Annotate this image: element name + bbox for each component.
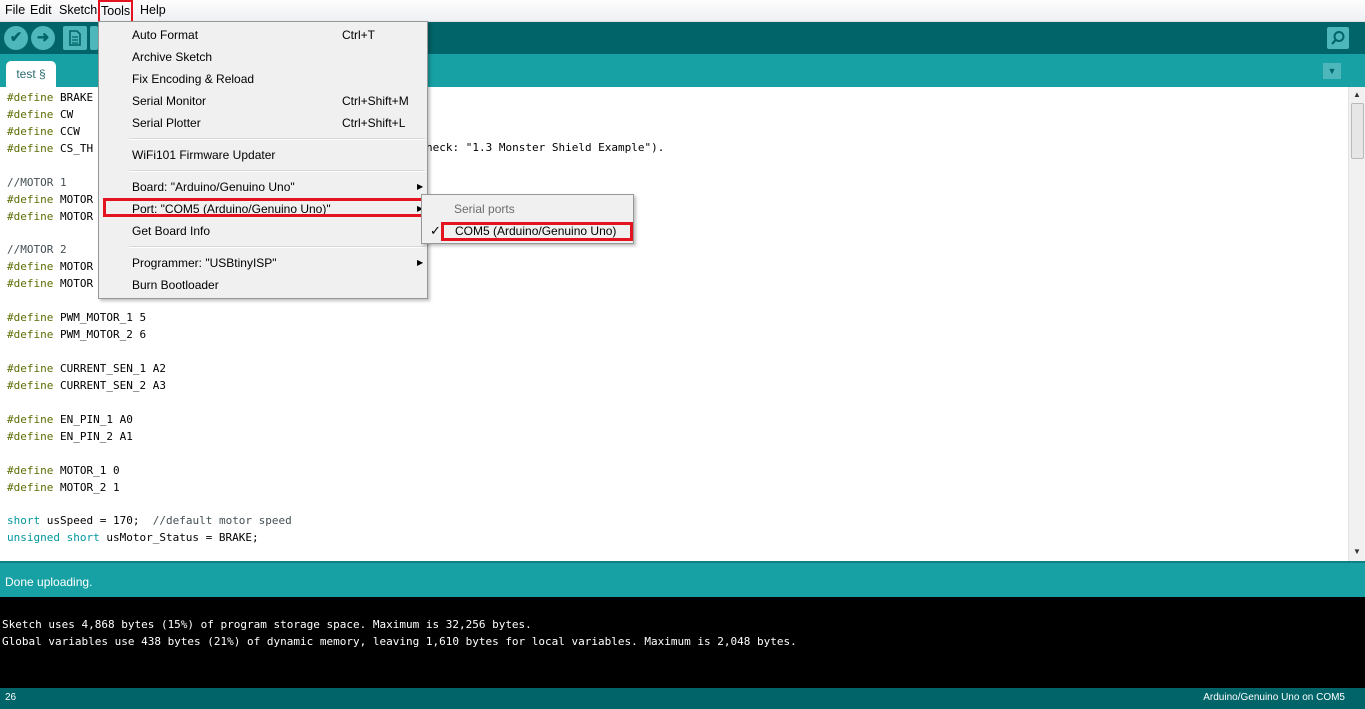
menu-edit[interactable]: Edit [28, 2, 54, 19]
code-line[interactable]: unsigned short usMotor_Status = BRAKE; [7, 530, 292, 547]
editor-scrollbar[interactable]: ▲ ▼ [1348, 87, 1365, 561]
code-line[interactable]: #define PWM_MOTOR_1 5 [7, 310, 292, 327]
menu-item-label: Serial Monitor [132, 94, 207, 108]
code-line[interactable]: #define EN_PIN_2 A1 [7, 429, 292, 446]
console-output: Sketch uses 4,868 bytes (15%) of program… [0, 597, 1365, 688]
upload-button[interactable]: ➜ [31, 26, 55, 50]
code-line[interactable] [7, 446, 292, 463]
code-line[interactable]: short usSpeed = 170; //default motor spe… [7, 513, 292, 530]
serial-monitor-button[interactable] [1327, 27, 1349, 49]
scroll-thumb[interactable] [1351, 103, 1364, 159]
menu-bar: File Edit Sketch Tools Help [0, 0, 1365, 23]
code-line[interactable] [7, 344, 292, 361]
menu-tools[interactable]: Tools [98, 0, 134, 23]
board-port-status: Arduino/Genuino Uno on COM5 [1203, 692, 1345, 703]
scroll-up-icon[interactable]: ▲ [1353, 90, 1361, 99]
verify-button[interactable]: ✔ [4, 26, 28, 50]
tools-menu: Auto Format Ctrl+T Archive Sketch Fix En… [98, 21, 428, 299]
new-file-icon [69, 30, 81, 46]
code-line[interactable] [7, 395, 292, 412]
menu-item-board[interactable]: Board: "Arduino/Genuino Uno" ▶ [99, 176, 427, 198]
arrow-right-icon: ➜ [36, 29, 50, 46]
footer-bar: 26 Arduino/Genuino Uno on COM5 [0, 688, 1365, 709]
code-line[interactable]: #define CURRENT_SEN_1 A2 [7, 361, 292, 378]
menu-item-label: Programmer: "USBtinyISP" [132, 256, 277, 270]
menu-item-serial-monitor[interactable]: Serial Monitor Ctrl+Shift+M [99, 90, 427, 112]
port-submenu: Serial ports ✓ COM5 (Arduino/Genuino Uno… [421, 194, 634, 244]
console-line: Sketch uses 4,868 bytes (15%) of program… [2, 618, 532, 631]
menu-file[interactable]: File [3, 2, 27, 19]
menu-item-shortcut: Ctrl+Shift+M [342, 94, 409, 108]
status-bar: Done uploading. [0, 561, 1365, 599]
menu-item-label: Archive Sketch [132, 50, 213, 64]
menu-help[interactable]: Help [138, 2, 168, 19]
menu-item-shortcut: Ctrl+Shift+L [342, 116, 406, 130]
port-option-label: COM5 (Arduino/Genuino Uno) [455, 224, 617, 238]
submenu-arrow-icon: ▶ [417, 258, 424, 267]
menu-item-label: WiFi101 Firmware Updater [132, 148, 276, 162]
menu-item-label: Burn Bootloader [132, 278, 219, 292]
menu-item-serial-plotter[interactable]: Serial Plotter Ctrl+Shift+L [99, 112, 427, 134]
menu-item-archive-sketch[interactable]: Archive Sketch [99, 46, 427, 68]
menu-separator [129, 246, 425, 248]
port-highlight [103, 198, 425, 217]
code-line[interactable] [7, 497, 292, 514]
code-line[interactable]: #define PWM_MOTOR_2 6 [7, 327, 292, 344]
menu-item-get-board-info[interactable]: Get Board Info [99, 220, 427, 242]
chevron-down-icon: ▼ [1327, 66, 1337, 76]
tab-menu-button[interactable]: ▼ [1323, 63, 1341, 79]
checkmark-icon: ✓ [430, 223, 441, 238]
menu-sketch[interactable]: Sketch [57, 2, 99, 19]
code-line[interactable]: #define EN_PIN_1 A0 [7, 412, 292, 429]
console-line: Global variables use 438 bytes (21%) of … [2, 635, 797, 648]
scroll-down-icon[interactable]: ▼ [1353, 547, 1361, 556]
line-number: 26 [5, 692, 17, 703]
menu-item-programmer[interactable]: Programmer: "USBtinyISP" ▶ [99, 252, 427, 274]
menu-item-burn-bootloader[interactable]: Burn Bootloader [99, 274, 427, 296]
menu-separator [129, 170, 425, 172]
menu-separator [129, 138, 425, 140]
menu-item-label: Board: "Arduino/Genuino Uno" [132, 180, 295, 194]
tab-test[interactable]: test § [6, 61, 56, 87]
magnifier-icon [1331, 31, 1345, 45]
menu-item-label: Fix Encoding & Reload [132, 72, 255, 86]
code-line[interactable]: #define CURRENT_SEN_2 A3 [7, 378, 292, 395]
menu-item-label: Get Board Info [132, 224, 211, 238]
port-option-com5[interactable]: COM5 (Arduino/Genuino Uno) [441, 222, 633, 241]
menu-item-auto-format[interactable]: Auto Format Ctrl+T [99, 24, 427, 46]
checkmark-icon: ✔ [9, 29, 23, 46]
new-button[interactable] [63, 26, 87, 50]
menu-item-wifi-updater[interactable]: WiFi101 Firmware Updater [99, 144, 427, 166]
status-message: Done uploading. [5, 575, 93, 589]
code-fragment: heck: "1.3 Monster Shield Example"). [426, 141, 665, 154]
code-line[interactable]: #define MOTOR_1 0 [7, 463, 292, 480]
menu-item-fix-encoding[interactable]: Fix Encoding & Reload [99, 68, 427, 90]
menu-item-label: Serial Plotter [132, 116, 201, 130]
menu-item-shortcut: Ctrl+T [342, 28, 375, 42]
open-button[interactable] [90, 26, 98, 50]
code-line[interactable]: #define MOTOR_2 1 [7, 480, 292, 497]
submenu-header: Serial ports [454, 202, 515, 216]
menu-item-label: Auto Format [132, 28, 199, 42]
